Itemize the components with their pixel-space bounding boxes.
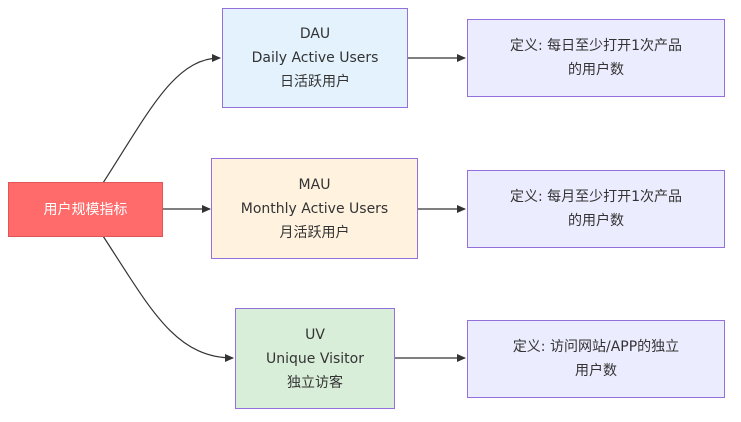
definition-line-1: 定义: 访问网站/APP的独立 — [512, 339, 680, 355]
root-node: 用户规模指标 — [8, 182, 163, 237]
metric-full-name: Unique Visitor — [266, 350, 364, 367]
definition-line-1: 定义: 每月至少打开1次产品 — [509, 189, 683, 205]
metric-node-dau: DAU Daily Active Users 日活跃用户 — [222, 8, 408, 108]
definition-node-dau: 定义: 每日至少打开1次产品 的用户数 — [467, 19, 725, 97]
metric-abbr: DAU — [299, 26, 331, 42]
definition-line-2: 的用户数 — [568, 62, 624, 78]
metric-chinese-name: 月活跃用户 — [279, 224, 350, 241]
metric-chinese-name: 独立访客 — [287, 374, 343, 391]
root-node-label: 用户规模指标 — [43, 201, 128, 218]
definition-line-2: 用户数 — [575, 363, 617, 379]
metric-node-uv: UV Unique Visitor 独立访客 — [235, 308, 395, 409]
metric-abbr: UV — [305, 326, 325, 343]
definition-node-mau: 定义: 每月至少打开1次产品 的用户数 — [467, 170, 725, 248]
edge-root-to-dau — [102, 54, 221, 184]
metric-abbr: MAU — [298, 176, 331, 193]
definition-line-1: 定义: 每日至少打开1次产品 — [509, 38, 683, 54]
metric-node-mau: MAU Monthly Active Users 月活跃用户 — [211, 158, 418, 259]
metric-full-name: Monthly Active Users — [240, 200, 389, 217]
metric-full-name: Daily Active Users — [251, 50, 379, 66]
definition-line-2: 的用户数 — [568, 213, 624, 229]
definition-node-uv: 定义: 访问网站/APP的独立 用户数 — [467, 320, 725, 398]
flowchart-canvas: 用户规模指标 DAU Daily Active Users 日活跃用户 定义: … — [0, 0, 741, 422]
metric-chinese-name: 日活跃用户 — [280, 74, 350, 90]
